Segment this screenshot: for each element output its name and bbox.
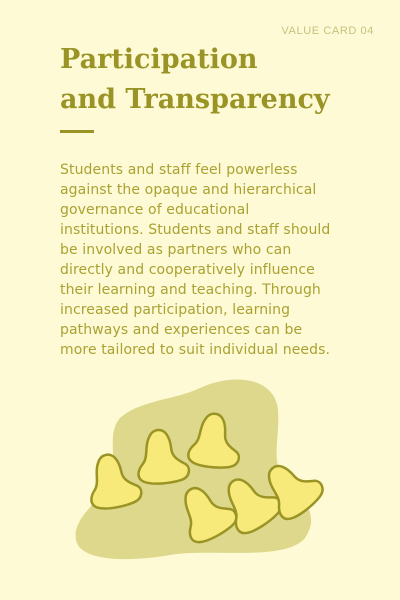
group-of-figures-icon <box>75 379 324 560</box>
description-line: pathways and experiences can be <box>60 322 303 338</box>
description-line: their learning and teaching. Through <box>60 282 321 298</box>
card-number-label: VALUE CARD 04 <box>281 25 374 37</box>
card-title-line: and Transparency <box>60 84 330 115</box>
card-description: Students and staff feel powerless agains… <box>60 160 360 360</box>
description-line: institutions. Students and staff should <box>60 222 331 238</box>
value-card: VALUE CARD 04 Participation and Transpar… <box>0 0 400 600</box>
description-line: be involved as partners who can <box>60 242 292 258</box>
card-title-line: Participation <box>60 44 258 75</box>
description-line: Students and staff feel powerless <box>60 162 298 178</box>
title-underline <box>60 130 94 133</box>
description-line: governance of educational <box>60 202 250 218</box>
description-line: increased participation, learning <box>60 302 291 318</box>
description-line: more tailored to suit individual needs. <box>60 342 331 358</box>
description-line: against the opaque and hierarchical <box>60 182 317 198</box>
description-line: directly and cooperatively influence <box>60 262 315 278</box>
card-title: Participation and Transparency <box>60 40 380 120</box>
